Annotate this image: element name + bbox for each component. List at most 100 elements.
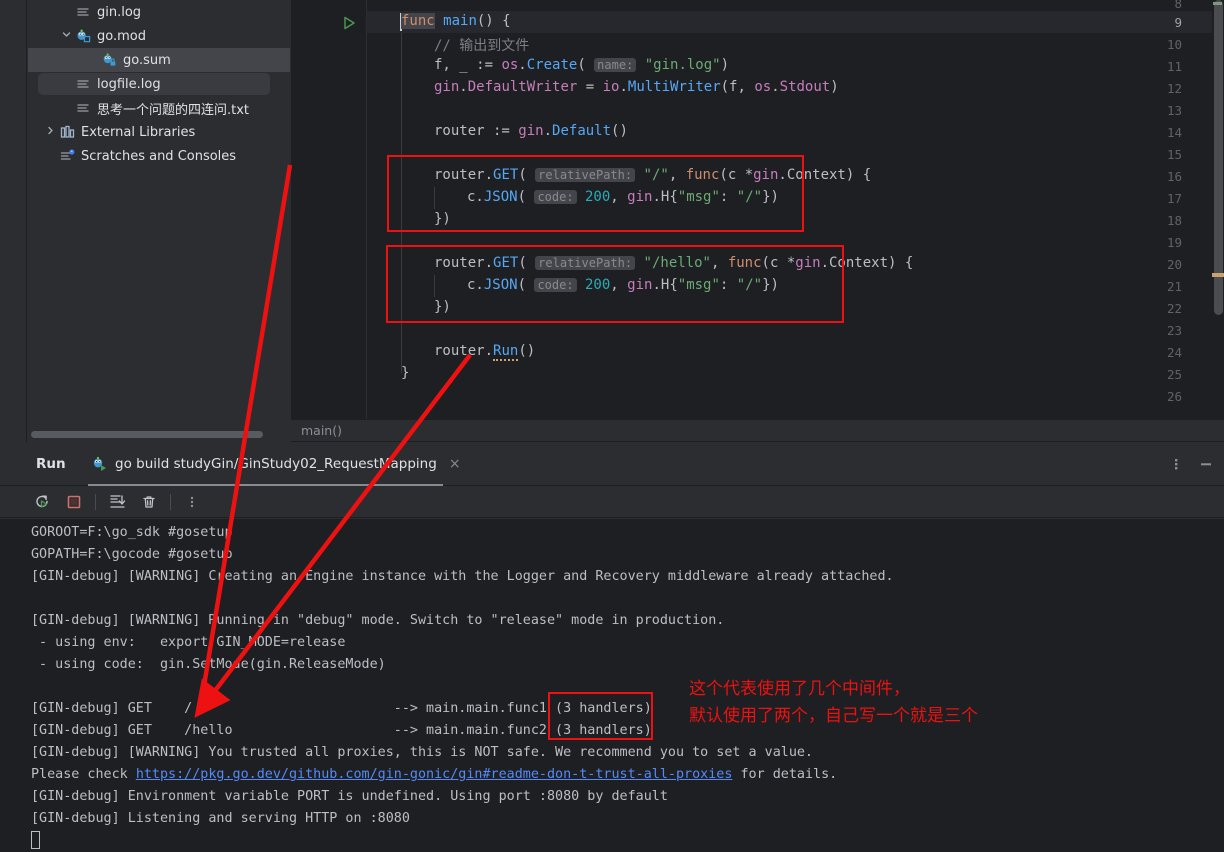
code-line-25[interactable]: } xyxy=(401,365,409,381)
scratches-icon xyxy=(58,149,76,163)
code-line-24[interactable]: router.Run() xyxy=(434,343,535,361)
line-number: 23 xyxy=(1166,323,1182,338)
console-line: - using env: export GIN_MODE=release xyxy=(31,635,346,650)
tree-item-label: logfile.log xyxy=(97,76,161,92)
file-text-icon xyxy=(74,101,92,115)
more-options-button[interactable] xyxy=(176,486,208,518)
code-line-10[interactable]: // 输出到文件 xyxy=(434,35,529,55)
project-tree[interactable]: gin.log go.mod go.sum logfile.log 思考一个问题… xyxy=(28,0,290,438)
toolbar-separator xyxy=(170,493,171,510)
tree-item-external-libraries[interactable]: External Libraries xyxy=(28,120,290,144)
line-number: 14 xyxy=(1166,125,1182,140)
run-gutter-icon[interactable] xyxy=(343,15,356,34)
minimize-button[interactable] xyxy=(1198,456,1214,472)
stop-button[interactable] xyxy=(58,486,90,518)
tree-item-gin-log[interactable]: gin.log xyxy=(28,0,290,24)
console-line: [GIN-debug] Listening and serving HTTP o… xyxy=(31,811,410,826)
scrollbar-marker-green[interactable] xyxy=(1213,2,1222,5)
code-line-17[interactable]: c.JSON( code: 200, gin.H{"msg": "/"}) xyxy=(467,189,779,205)
tree-item-label: 思考一个问题的四连问.txt xyxy=(97,102,250,118)
line-number: 24 xyxy=(1166,345,1182,360)
rerun-button[interactable] xyxy=(26,486,58,518)
code-line-22[interactable]: }) xyxy=(434,299,451,315)
scrollbar-thumb[interactable] xyxy=(31,431,263,438)
code-line-16[interactable]: router.GET( relativePath: "/", func(c *g… xyxy=(434,167,871,183)
line-number: 18 xyxy=(1166,213,1182,228)
console-line: [GIN-debug] [WARNING] You trusted all pr… xyxy=(31,745,813,760)
file-log-icon xyxy=(74,5,92,19)
library-icon xyxy=(58,125,76,139)
run-toolbar[interactable] xyxy=(0,486,1224,518)
console-line: [GIN-debug] Environment variable PORT is… xyxy=(31,789,668,804)
run-panel-title: Run xyxy=(36,455,66,472)
code-line-14[interactable]: router := gin.Default() xyxy=(434,123,628,139)
line-number: 19 xyxy=(1166,235,1182,250)
line-number: 15 xyxy=(1166,147,1182,162)
console-line: [GIN-debug] GET / --> main.main.func1 (3… xyxy=(31,701,652,716)
annotation-note-line1: 这个代表使用了几个中间件， xyxy=(689,679,910,699)
line-number: 20 xyxy=(1166,257,1182,272)
code-editor[interactable]: 8 9 10 11 12 13 14 15 16 17 18 19 20 21 … xyxy=(291,0,1224,419)
breadcrumb[interactable]: main() xyxy=(291,419,1224,441)
scrollbar-marker-warning[interactable] xyxy=(1212,273,1224,277)
chevron-right-icon[interactable] xyxy=(42,126,58,138)
tree-item-label: go.sum xyxy=(123,52,171,68)
code-line-9[interactable]: func main() { xyxy=(401,13,511,29)
code-line-18[interactable]: }) xyxy=(434,211,451,227)
scroll-to-end-button[interactable] xyxy=(101,486,133,518)
line-number: 10 xyxy=(1166,37,1182,52)
line-number: 16 xyxy=(1166,169,1182,184)
tree-item-siKao-txt[interactable]: 思考一个问题的四连问.txt xyxy=(28,96,290,120)
close-icon[interactable]: × xyxy=(449,456,461,472)
line-number: 8 xyxy=(1174,0,1182,11)
tree-item-scratches-and-consoles[interactable]: Scratches and Consoles xyxy=(28,144,290,168)
editor-gutter[interactable] xyxy=(291,0,367,419)
tree-item-logfile-log[interactable]: logfile.log xyxy=(28,72,290,96)
line-number: 21 xyxy=(1166,279,1182,294)
toolbar-separator xyxy=(95,493,96,510)
gin-proxies-doc-link[interactable]: https://pkg.go.dev/github.com/gin-gonic/… xyxy=(136,767,733,782)
line-number: 9 xyxy=(1174,15,1182,30)
line-number: 26 xyxy=(1166,389,1182,404)
breadcrumb-label: main() xyxy=(301,423,342,438)
run-tab-label: go build studyGin/GinStudy02_RequestMapp… xyxy=(115,456,437,472)
tree-item-label: gin.log xyxy=(97,4,142,20)
code-line-21[interactable]: c.JSON( code: 200, gin.H{"msg": "/"}) xyxy=(467,277,779,293)
console-line-prefix: Please check xyxy=(31,767,136,782)
console-line-with-link: Please check https://pkg.go.dev/github.c… xyxy=(31,767,837,782)
line-number: 13 xyxy=(1166,103,1182,118)
clear-all-button[interactable] xyxy=(133,486,165,518)
project-tree-horizontal-scrollbar[interactable] xyxy=(28,430,290,439)
go-run-icon xyxy=(92,456,108,472)
tree-item-go-mod[interactable]: go.mod xyxy=(28,24,290,48)
tree-item-label: go.mod xyxy=(97,28,146,44)
gutter-separator xyxy=(366,0,367,419)
go-file-icon xyxy=(74,28,92,44)
options-menu-button[interactable] xyxy=(1168,456,1184,472)
tree-item-go-sum[interactable]: go.sum xyxy=(28,48,290,72)
line-number: 25 xyxy=(1166,367,1182,382)
tree-item-label: External Libraries xyxy=(81,124,196,140)
chevron-down-icon[interactable] xyxy=(58,30,74,42)
indent-guide xyxy=(434,187,435,209)
editor-vertical-scrollbar[interactable] xyxy=(1212,0,1224,419)
line-number: 11 xyxy=(1166,59,1182,74)
console-line: GOPATH=F:\gocode #gosetup xyxy=(31,547,233,562)
console-caret xyxy=(31,831,40,849)
file-log-icon xyxy=(74,77,92,91)
line-number: 12 xyxy=(1166,81,1182,96)
run-console-output[interactable]: GOROOT=F:\go_sdk #gosetup GOPATH=F:\goco… xyxy=(0,519,1224,852)
console-line: [GIN-debug] GET /hello --> main.main.fun… xyxy=(31,723,652,738)
run-panel-header: Run go build studyGin/GinStudy02_Request… xyxy=(0,442,1224,486)
run-tool-window[interactable]: Run go build studyGin/GinStudy02_Request… xyxy=(0,442,1224,852)
code-line-11[interactable]: f, _ := os.Create( name: "gin.log") xyxy=(434,57,729,73)
line-number: 22 xyxy=(1166,301,1182,316)
scrollbar-thumb[interactable] xyxy=(1214,0,1223,315)
console-line: [GIN-debug] [WARNING] Running in "debug"… xyxy=(31,613,725,628)
console-line: GOROOT=F:\go_sdk #gosetup xyxy=(31,525,233,540)
run-tab[interactable]: go build studyGin/GinStudy02_RequestMapp… xyxy=(80,442,473,486)
code-line-20[interactable]: router.GET( relativePath: "/hello", func… xyxy=(434,255,913,271)
code-line-12[interactable]: gin.DefaultWriter = io.MultiWriter(f, os… xyxy=(434,79,839,95)
console-line: - using code: gin.SetMode(gin.ReleaseMod… xyxy=(31,657,386,672)
indent-guide xyxy=(434,275,435,297)
